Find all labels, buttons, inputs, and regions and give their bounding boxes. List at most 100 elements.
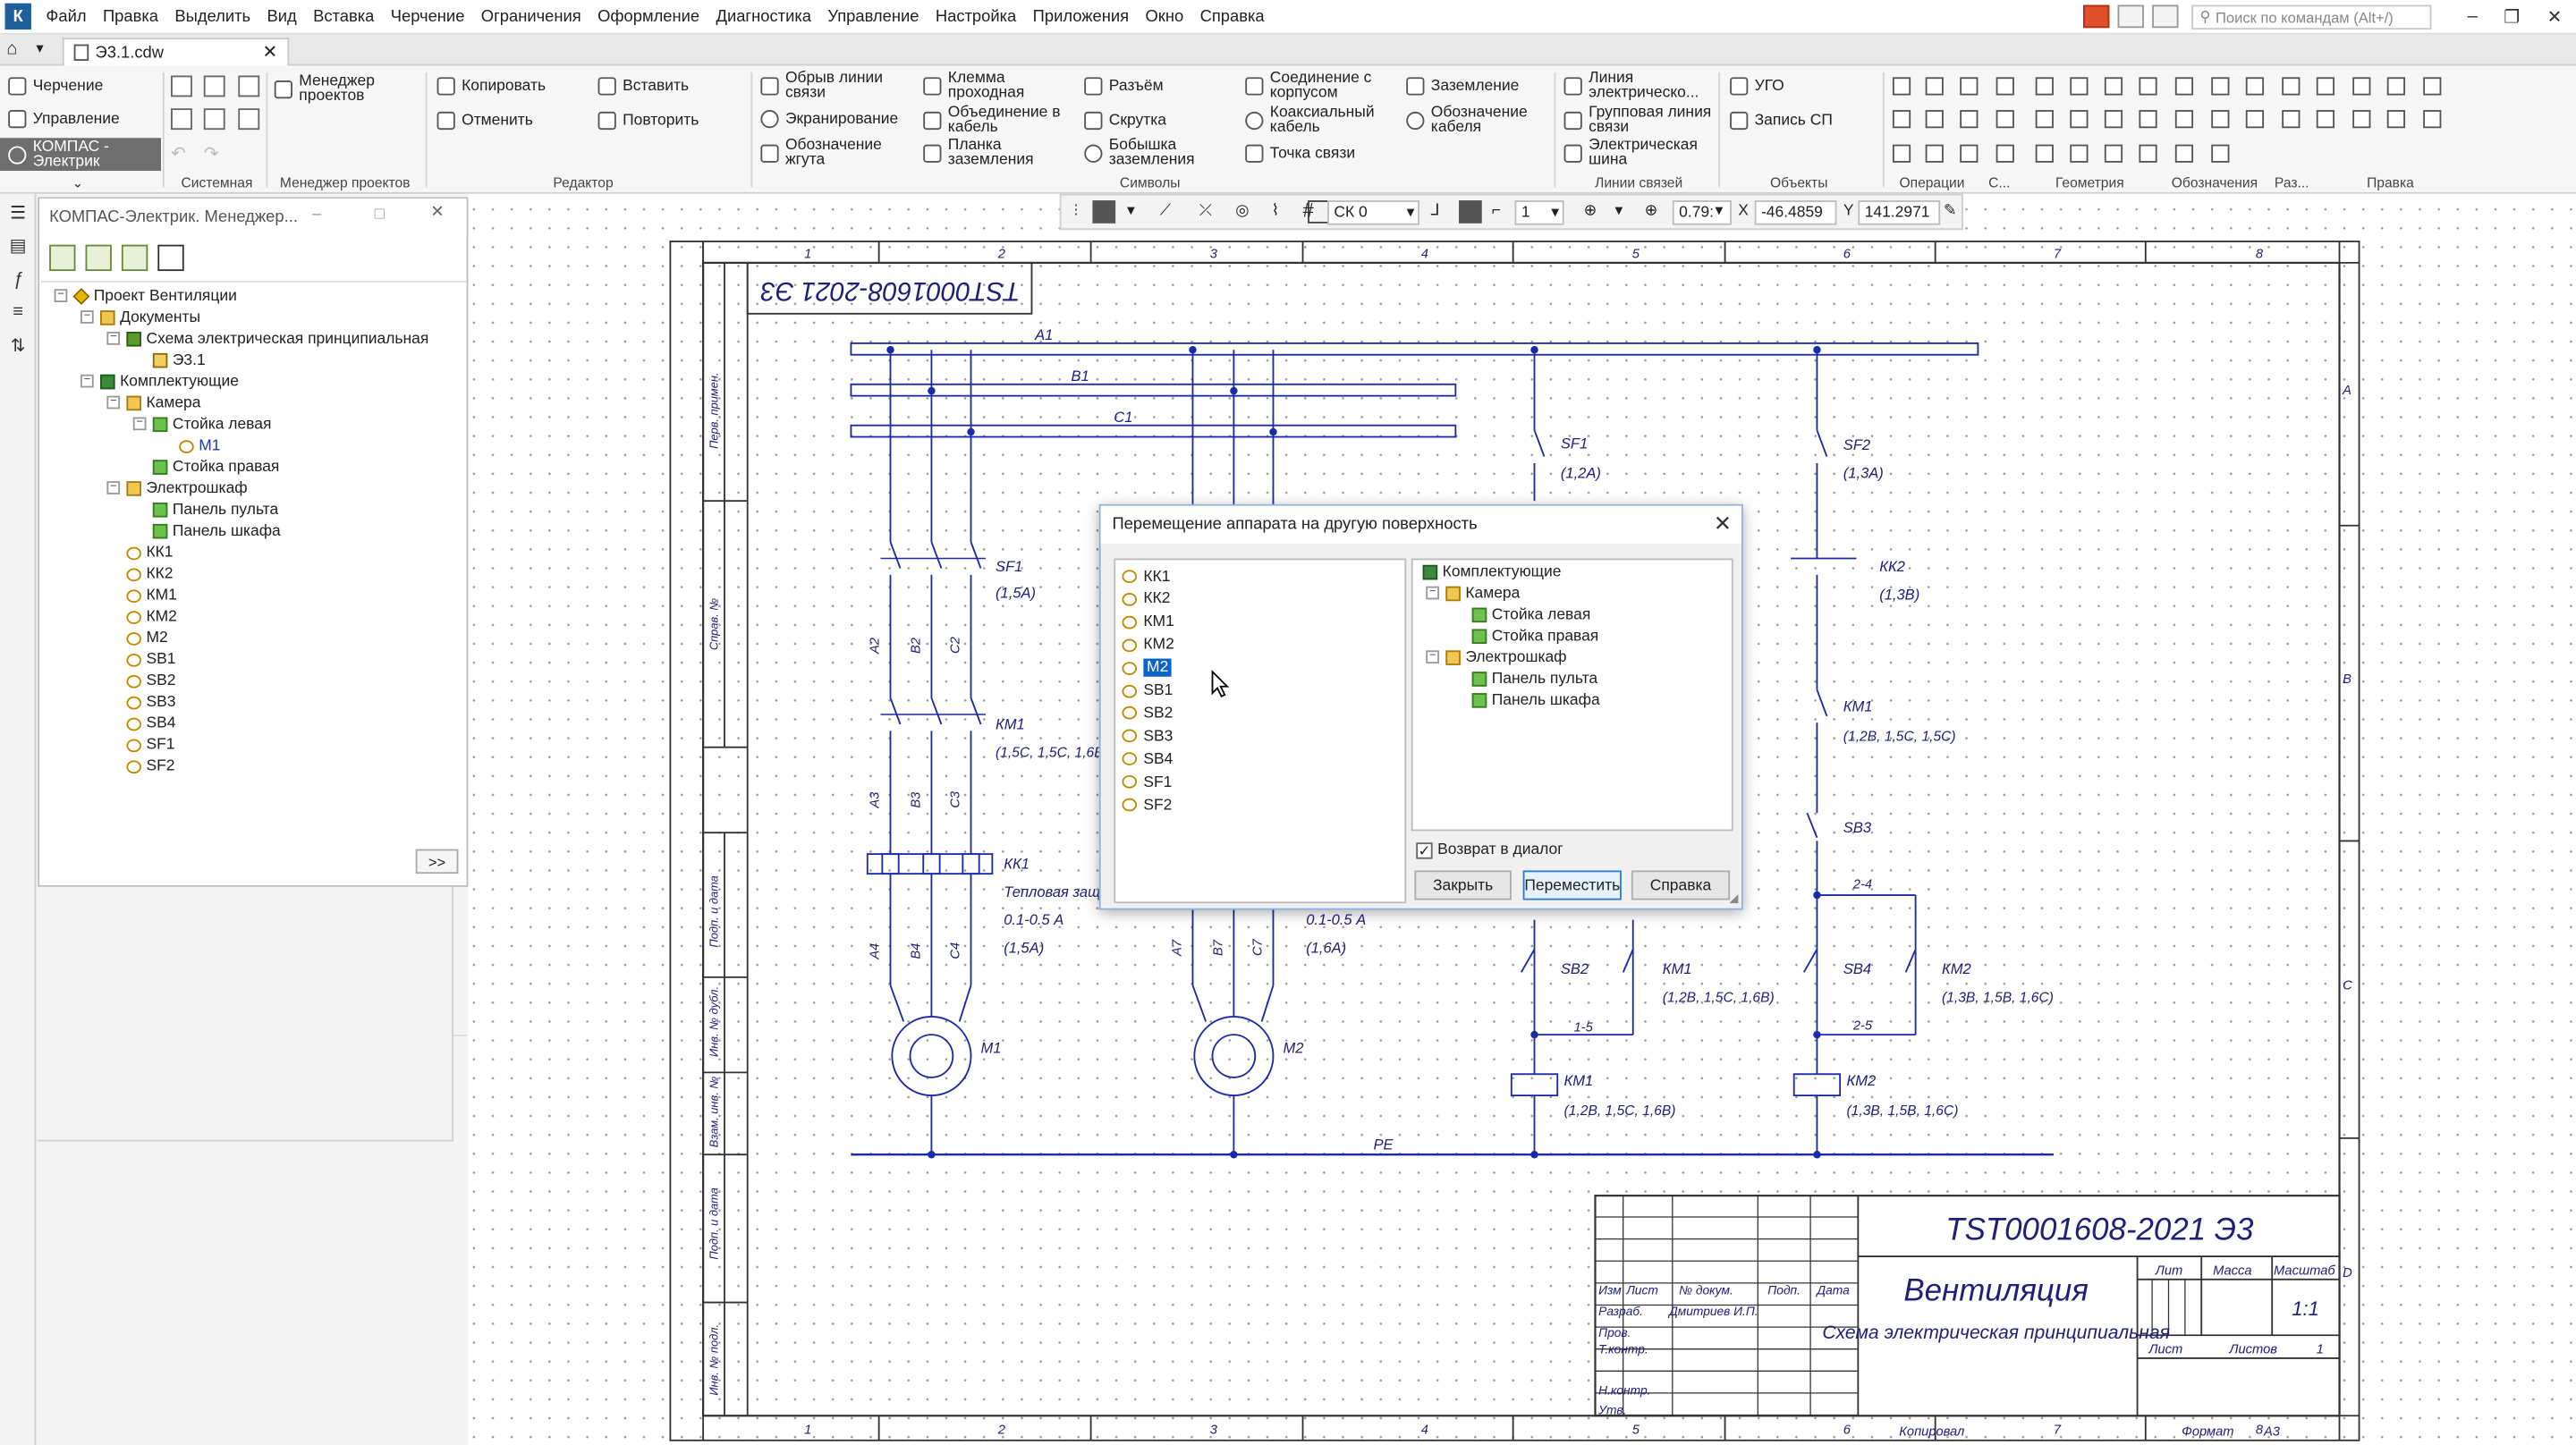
device-list-item[interactable]: SB4 xyxy=(1122,749,1173,769)
ribbon-tool-icon[interactable] xyxy=(2211,110,2230,129)
print-icon[interactable] xyxy=(171,108,192,131)
zoom-scale-dropdown-icon[interactable]: ▾ xyxy=(1716,202,1724,220)
layers-icon[interactable]: ≡ xyxy=(6,302,30,325)
notification-icon[interactable] xyxy=(2082,4,2110,29)
ribbon-tool-icon[interactable] xyxy=(2386,77,2405,96)
home-icon[interactable]: ⌂ xyxy=(6,39,26,59)
dlg-tree-left-rack[interactable]: Стойка левая xyxy=(1471,604,1590,626)
tree-cabinet[interactable]: Электрошкаф xyxy=(126,477,248,499)
menu-insert[interactable]: Вставка xyxy=(305,7,383,25)
tab-e3-1[interactable]: Э3.1.cdw ✕ xyxy=(62,38,290,66)
layout-icon[interactable] xyxy=(2117,4,2144,29)
device-list-item[interactable]: SB1 xyxy=(1122,680,1173,700)
ribbon-tool-icon[interactable] xyxy=(2423,110,2442,129)
tree-device-item[interactable]: SB4 xyxy=(126,713,175,734)
tree-e3-1[interactable]: Э3.1 xyxy=(152,350,206,371)
save-all-icon[interactable] xyxy=(238,108,260,131)
ribbon-tool-icon[interactable] xyxy=(2174,110,2194,129)
snap-tool-3-icon[interactable]: ◎ xyxy=(1235,202,1249,220)
group-link-line-button[interactable]: Групповая линия связи xyxy=(1563,105,1716,135)
menu-help[interactable]: Справка xyxy=(1191,7,1272,25)
tree-device-item[interactable]: КМ1 xyxy=(126,585,177,606)
tree-device-item[interactable]: SB1 xyxy=(126,649,175,671)
round-icon[interactable] xyxy=(1459,200,1482,224)
menu-settings[interactable]: Настройка xyxy=(928,7,1025,25)
layer-select[interactable]: 1 ▾ xyxy=(1514,200,1564,225)
device-list-item[interactable]: SF2 xyxy=(1122,795,1172,815)
dlg-tree-right-rack[interactable]: Стойка правая xyxy=(1471,626,1598,647)
zoom-in-icon[interactable]: ⊕ xyxy=(1645,202,1658,220)
return-to-dialog-checkbox[interactable]: ✓ Возврат в диалог xyxy=(1416,841,1563,859)
new-file-icon[interactable] xyxy=(171,75,192,97)
dlg-tree-console-panel[interactable]: Панель пульта xyxy=(1471,669,1597,690)
tree-components[interactable]: Комплектующие xyxy=(100,371,239,393)
resize-grip-icon[interactable]: ◢ xyxy=(1729,892,1738,905)
mode-control[interactable]: Управление xyxy=(8,110,120,129)
open-file-icon[interactable] xyxy=(203,75,225,97)
electric-line-button[interactable]: Линия электрическо... xyxy=(1563,71,1716,101)
ortho-icon[interactable]: ⅃ xyxy=(1431,202,1440,220)
restore-button[interactable]: ❐ xyxy=(2499,5,2525,29)
dlg-tree-cabinet[interactable]: Электрошкаф xyxy=(1445,647,1567,669)
ribbon-tool-icon[interactable] xyxy=(2211,77,2230,96)
tab-dropdown-icon[interactable]: ▾ xyxy=(36,39,43,57)
ribbon-tool-icon[interactable] xyxy=(2174,144,2194,163)
ribbon-tool-icon[interactable] xyxy=(2386,110,2405,129)
copy-button[interactable]: Копировать xyxy=(436,77,546,96)
ribbon-tool-icon[interactable] xyxy=(2316,77,2335,96)
line-break-button[interactable]: Обрыв линии связи xyxy=(760,71,911,101)
layer-icon[interactable]: ⌐ xyxy=(1492,202,1501,220)
collapse-icon[interactable]: − xyxy=(54,289,68,302)
pm-find-icon[interactable] xyxy=(157,244,184,272)
mode-kompas-electric[interactable]: КОМПАС - Электрик xyxy=(0,138,162,172)
tree-device-item[interactable]: КМ2 xyxy=(126,606,177,628)
save-file-icon[interactable] xyxy=(238,75,260,97)
menu-select[interactable]: Выделить xyxy=(166,7,258,25)
paste-button[interactable]: Вставить xyxy=(597,77,689,96)
tree-cabinet-panel[interactable]: Панель шкафа xyxy=(152,520,281,542)
tree-schema[interactable]: Схема электрическая принципиальная xyxy=(126,328,428,350)
connector-button[interactable]: Разъём xyxy=(1084,77,1164,96)
help-button[interactable]: Справка xyxy=(1631,870,1731,900)
ribbon-tool-icon[interactable] xyxy=(2211,144,2230,163)
tree-device-item[interactable]: SF2 xyxy=(126,756,174,777)
snap-tool-1-icon[interactable]: ⟋ xyxy=(1160,202,1171,220)
redo-button[interactable]: Повторить xyxy=(597,111,699,131)
ribbon-tool-icon[interactable] xyxy=(1960,77,1979,96)
collapse-icon[interactable]: − xyxy=(106,395,121,410)
surface-tree[interactable]: Комплектующие − Камера Стойка левая Стой… xyxy=(1411,558,1733,832)
device-list-item[interactable]: SB3 xyxy=(1122,726,1173,746)
ribbon-tool-icon[interactable] xyxy=(2316,110,2335,129)
ribbon-tool-icon[interactable] xyxy=(1925,110,1944,129)
collapse-icon[interactable]: − xyxy=(1426,586,1439,600)
ribbon-tool-icon[interactable] xyxy=(2282,77,2301,96)
cable-merge-button[interactable]: Объединение в кабель xyxy=(923,105,1071,135)
tree-project[interactable]: Проект Вентиляции xyxy=(72,286,237,308)
ribbon-tool-icon[interactable] xyxy=(2035,110,2054,129)
ribbon-tool-icon[interactable] xyxy=(2070,144,2089,163)
undo-gray-icon[interactable]: ↶ xyxy=(171,143,186,165)
command-search-input[interactable]: ⚲ Поиск по командам (Alt+/) xyxy=(2191,4,2432,30)
ribbon-tool-icon[interactable] xyxy=(1960,110,1979,129)
preview-icon[interactable] xyxy=(203,108,225,131)
electric-bus-button[interactable]: Электрическая шина xyxy=(1563,138,1716,168)
device-list-item[interactable]: КК1 xyxy=(1122,567,1170,587)
cable-designation-button[interactable]: Обозначение кабеля xyxy=(1406,105,1544,135)
device-list-item[interactable]: КМ1 xyxy=(1122,613,1174,632)
ribbon-tool-icon[interactable] xyxy=(2070,77,2089,96)
ribbon-tool-icon[interactable] xyxy=(1925,144,1944,163)
ground-bar-button[interactable]: Планка заземления xyxy=(923,138,1071,168)
tree-console-panel[interactable]: Панель пульта xyxy=(152,499,278,520)
snap-tool-2-icon[interactable]: ⤫ xyxy=(1199,202,1212,220)
ribbon-tool-icon[interactable] xyxy=(2139,110,2157,129)
close-window-button[interactable]: ✕ xyxy=(2541,5,2567,29)
zoom-dropdown-icon[interactable]: ▾ xyxy=(1615,202,1623,220)
ribbon-tool-icon[interactable] xyxy=(2352,77,2371,96)
ground-boss-button[interactable]: Бобышка заземления xyxy=(1084,138,1235,168)
minimize-button[interactable]: – xyxy=(2460,5,2486,29)
ribbon-tool-icon[interactable] xyxy=(2245,110,2265,129)
dlg-tree-camera[interactable]: Камера xyxy=(1445,583,1520,604)
ribbon-tool-icon[interactable] xyxy=(2104,77,2123,96)
device-list-item[interactable]: SB2 xyxy=(1122,704,1173,723)
tree-left-rack[interactable]: Стойка левая xyxy=(152,414,271,435)
